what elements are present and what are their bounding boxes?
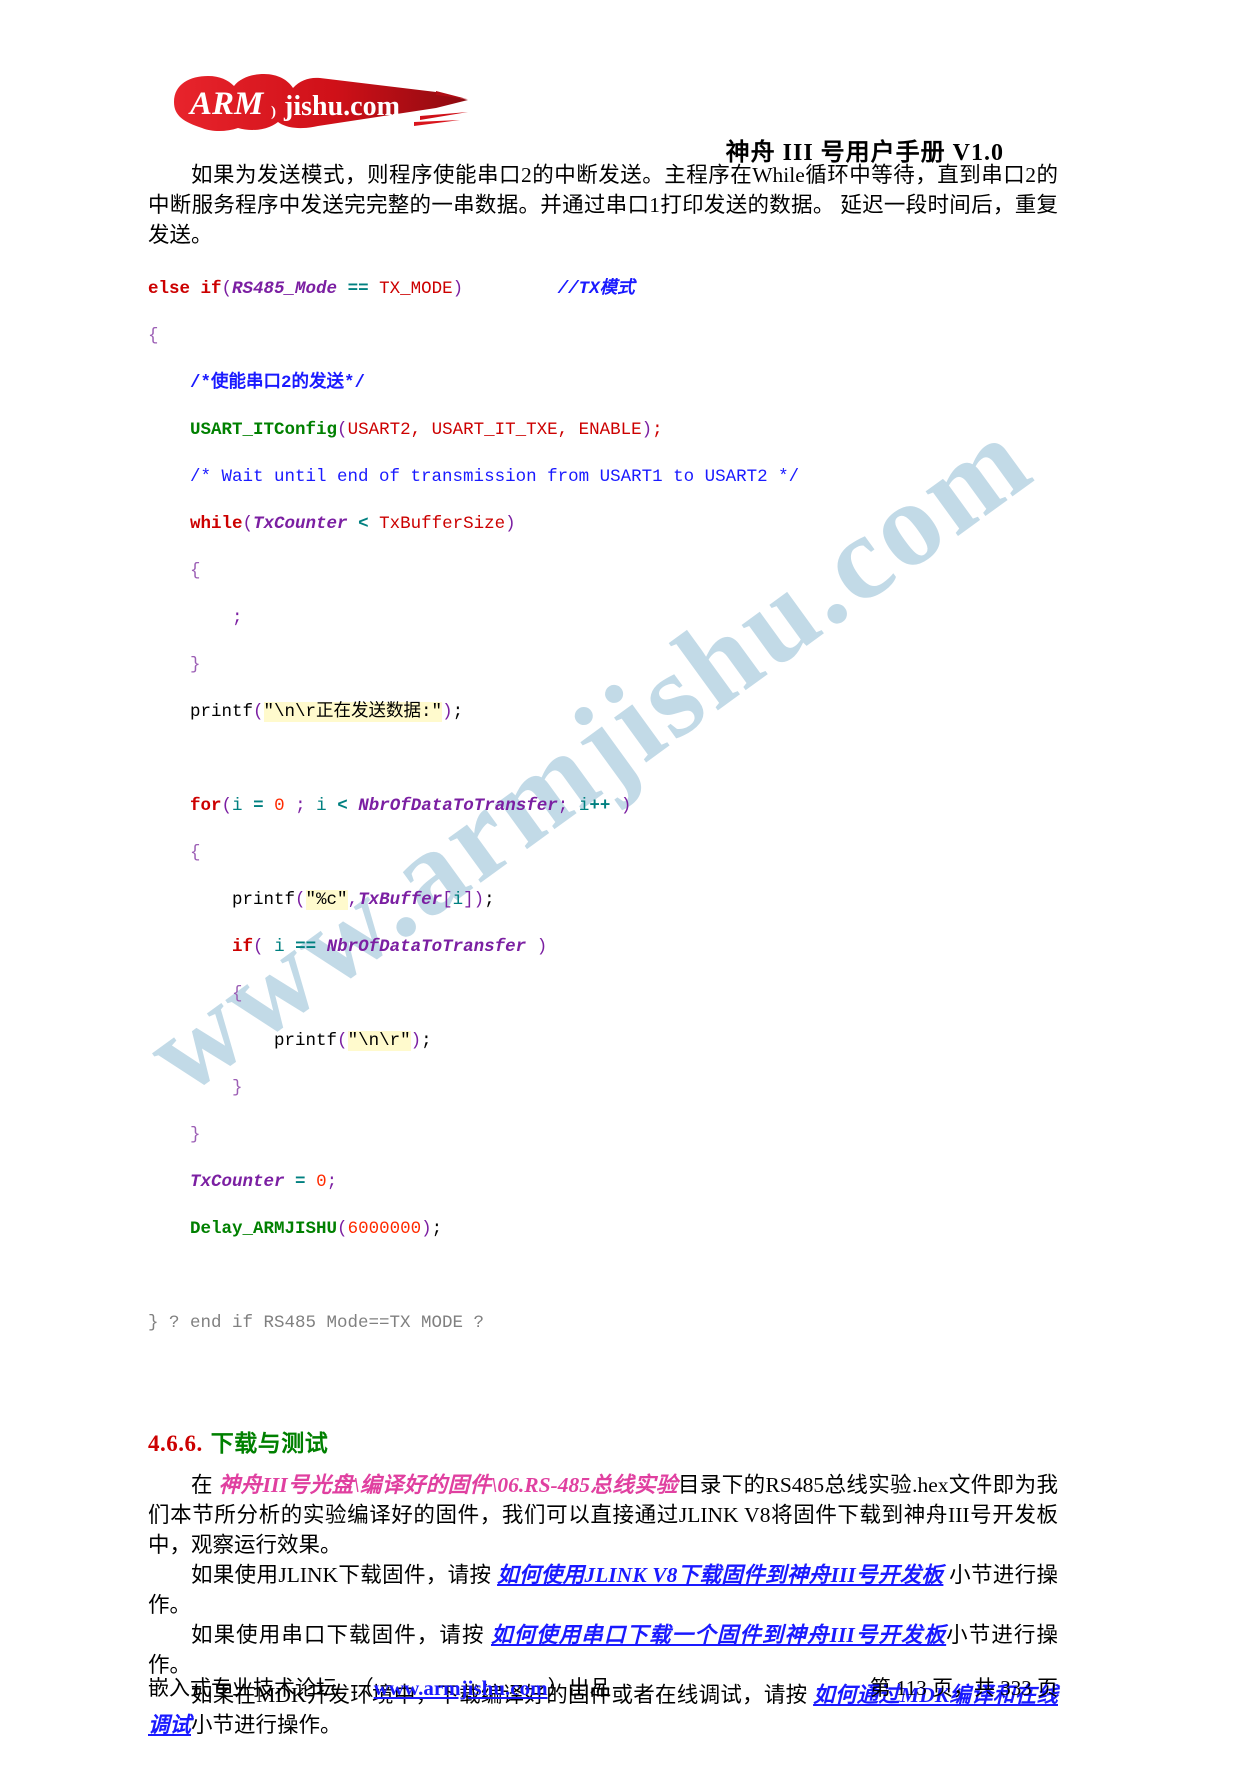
- code-line: if( i == NbrOfDataToTransfer ): [232, 936, 548, 957]
- code-line: /*使能串口2的发送*/: [190, 372, 366, 393]
- firmware-path: 神舟III号光盘\编译好的固件\06.RS-485总线实验: [218, 1473, 678, 1497]
- section-paragraph-3: 如果使用串口下载固件，请按 如何使用串口下载一个固件到神舟III号开发板小节进行…: [148, 1620, 1058, 1680]
- para4-suffix: 小节进行操作。: [191, 1713, 342, 1737]
- footer-forum-label: 嵌入式专业技术论坛 （: [148, 1676, 374, 1700]
- code-line: for(i = 0 ; i < NbrOfDataToTransfer; i++…: [190, 795, 632, 816]
- code-line: USART_ITConfig(USART2, USART_IT_TXE, ENA…: [190, 419, 663, 440]
- code-line: ;: [232, 607, 243, 628]
- code-line: {: [190, 842, 201, 863]
- intro-paragraph: 如果为发送模式，则程序使能串口2的中断发送。主程序在While循环中等待，直到串…: [148, 163, 1058, 247]
- document-page: www.armjishu.com ARM ) jishu.com 神舟 III …: [0, 0, 1249, 1767]
- code-line: }: [190, 654, 201, 675]
- code-line: {: [148, 325, 159, 346]
- code-line: {: [232, 983, 243, 1004]
- code-line: } ? end if RS485 Mode==TX MODE ?: [148, 1312, 485, 1333]
- code-line: else if(RS485_Mode == TX_MODE) //TX模式: [148, 278, 635, 299]
- section-paragraph-1: 在 神舟III号光盘\编译好的固件\06.RS-485总线实验目录下的RS485…: [148, 1470, 1058, 1560]
- svg-text:ARM: ARM: [188, 86, 265, 122]
- footer-produced-by: ）出品: [547, 1676, 611, 1700]
- code-line: printf("\n\r正在发送数据:");: [190, 701, 464, 722]
- code-line: while(TxCounter < TxBufferSize): [190, 513, 516, 534]
- svg-text:jishu.com: jishu.com: [283, 91, 400, 122]
- code-line: }: [190, 1124, 201, 1145]
- link-jlink-download[interactable]: 如何使用JLINK V8下载固件到神舟III号开发板: [497, 1563, 943, 1587]
- para3-prefix: 如果使用串口下载固件，请按: [191, 1623, 491, 1647]
- code-line: TxCounter = 0;: [190, 1171, 338, 1192]
- section-paragraph-2: 如果使用JLINK下载固件，请按 如何使用JLINK V8下载固件到神舟III号…: [148, 1560, 1058, 1620]
- code-line: /* Wait until end of transmission from U…: [190, 466, 800, 487]
- section-heading: 4.6.6. 下载与测试: [148, 1424, 1058, 1458]
- para1-prefix: 在: [191, 1473, 219, 1497]
- code-line: {: [190, 560, 201, 581]
- code-line: Delay_ARMJISHU(6000000);: [190, 1218, 443, 1239]
- footer-left: 嵌入式专业技术论坛 （www.armjishu.com）出品: [148, 1672, 611, 1702]
- code-line: printf("%c",TxBuffer[i]);: [232, 889, 495, 910]
- page-header: ARM ) jishu.com 神舟 III 号用户手册 V1.0: [0, 0, 1249, 166]
- code-block: else if(RS485_Mode == TX_MODE) //TX模式 { …: [148, 254, 1058, 1382]
- footer-site-link[interactable]: www.armjishu.com: [374, 1676, 548, 1700]
- page-footer: 嵌入式专业技术论坛 （www.armjishu.com）出品 第 113 页，共…: [148, 1672, 1058, 1702]
- section-number: 4.6.6.: [148, 1431, 203, 1456]
- page-number: 第 113 页，共 333 页: [869, 1676, 1058, 1700]
- document-title: 神舟 III 号用户手册 V1.0: [725, 140, 1004, 166]
- code-line: }: [232, 1077, 243, 1098]
- code-line: printf("\n\r");: [274, 1030, 432, 1051]
- section-title: 下载与测试: [210, 1431, 329, 1456]
- link-serial-download[interactable]: 如何使用串口下载一个固件到神舟III号开发板: [491, 1623, 946, 1647]
- page-content: 如果为发送模式，则程序使能串口2的中断发送。主程序在While循环中等待，直到串…: [148, 160, 1058, 1740]
- armjishu-logo: ARM ) jishu.com: [168, 72, 468, 132]
- para2-prefix: 如果使用JLINK下载固件，请按: [191, 1563, 498, 1587]
- svg-text:): ): [271, 104, 276, 120]
